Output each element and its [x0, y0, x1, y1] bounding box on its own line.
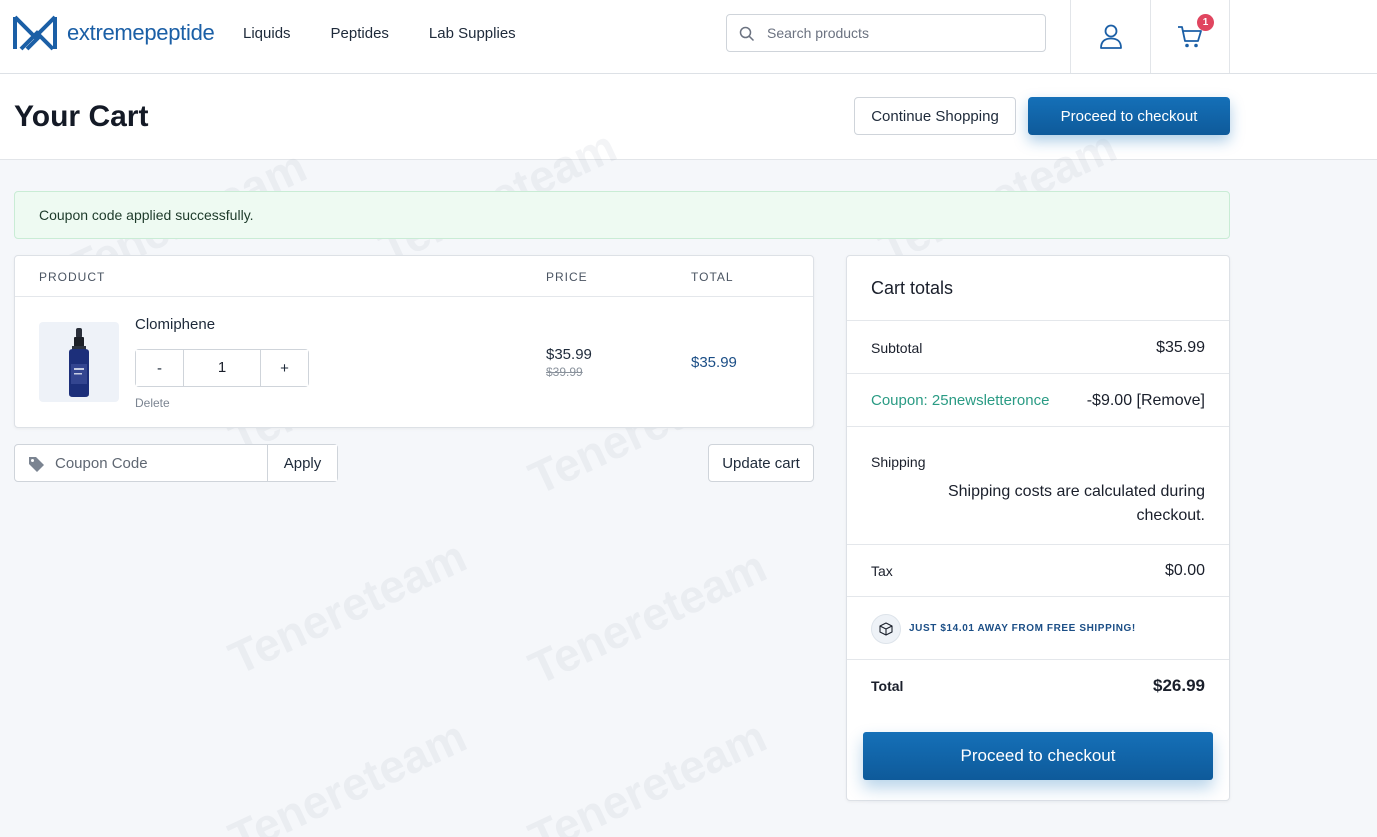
nav-lab-supplies[interactable]: Lab Supplies [429, 25, 516, 42]
search-icon [739, 26, 755, 42]
cart-count-badge: 1 [1197, 14, 1214, 31]
subtotal-label: Subtotal [871, 340, 923, 356]
item-original-price: $39.99 [546, 365, 583, 379]
logo-icon [13, 15, 57, 51]
tax-value: $0.00 [1164, 562, 1205, 579]
tag-icon [29, 457, 44, 472]
header-divider [15, 296, 813, 297]
cart-table: PRODUCT PRICE TOTAL Clomiphene - 1 + Del… [14, 255, 814, 428]
product-name[interactable]: Clomiphene [135, 316, 215, 333]
column-header-total: TOTAL [691, 270, 734, 284]
brand-name: extremepeptide [67, 20, 215, 45]
cart-button[interactable]: 1 [1150, 0, 1230, 73]
site-header: extremepeptide Liquids Peptides Lab Supp… [0, 0, 1377, 74]
dropper-bottle-icon [69, 328, 89, 397]
alert-message: Coupon code applied successfully. [39, 207, 254, 223]
proceed-to-checkout-button[interactable]: Proceed to checkout [863, 732, 1213, 780]
subtotal-value: $35.99 [1156, 339, 1205, 356]
quantity-input[interactable]: 1 [183, 350, 261, 386]
cart-totals-title: Cart totals [871, 278, 954, 298]
nav-peptides[interactable]: Peptides [331, 25, 389, 42]
quantity-increase-button[interactable]: + [261, 350, 308, 386]
search-box [726, 14, 1046, 52]
nav-liquids[interactable]: Liquids [243, 25, 291, 42]
account-button[interactable] [1070, 0, 1150, 73]
divider [847, 544, 1229, 545]
quantity-decrease-button[interactable]: - [136, 350, 183, 386]
item-price: $35.99 [546, 346, 592, 363]
main-nav: Liquids Peptides Lab Supplies [243, 25, 556, 42]
watermark: Tenereteam [520, 539, 774, 695]
coupon-code-input[interactable] [55, 445, 265, 481]
free-shipping-message: JUST $14.01 AWAY FROM FREE SHIPPING! [909, 623, 1136, 634]
coupon-success-alert: Coupon code applied successfully. [14, 191, 1230, 239]
divider [847, 659, 1229, 660]
product-thumbnail[interactable] [39, 322, 119, 402]
cart-title-bar: Your Cart Continue Shopping Proceed to c… [0, 74, 1377, 160]
tax-label: Tax [871, 563, 893, 579]
continue-shopping-button[interactable]: Continue Shopping [854, 97, 1016, 135]
quantity-stepper: - 1 + [135, 349, 309, 387]
apply-coupon-button[interactable]: Apply [267, 445, 337, 481]
divider [847, 320, 1229, 321]
page-title: Your Cart [14, 100, 149, 133]
column-header-price: PRICE [546, 270, 588, 284]
total-label: Total [871, 678, 904, 694]
coupon-form: Apply [14, 444, 338, 482]
user-icon [1099, 24, 1122, 49]
applied-coupon-label: Coupon: 25newsletteronce [871, 392, 1050, 409]
proceed-to-checkout-button-top[interactable]: Proceed to checkout [1028, 97, 1230, 135]
shipping-note: Shipping costs are calculated during che… [947, 483, 1205, 524]
divider [847, 373, 1229, 374]
coupon-discount-remove[interactable]: -$9.00 [Remove] [1087, 392, 1205, 410]
divider [847, 426, 1229, 427]
box-icon [871, 614, 901, 644]
update-cart-button[interactable]: Update cart [708, 444, 814, 482]
watermark: Tenereteam [520, 709, 774, 837]
delete-item-link[interactable]: Delete [135, 396, 170, 410]
watermark: Tenereteam [220, 709, 474, 837]
column-header-product: PRODUCT [39, 270, 106, 284]
cart-totals-panel: Cart totals Subtotal $35.99 Coupon: 25ne… [846, 255, 1230, 801]
search-input[interactable] [767, 15, 1037, 51]
divider [847, 596, 1229, 597]
total-value: $26.99 [1153, 676, 1205, 695]
watermark: Tenereteam [220, 529, 474, 685]
brand-logo[interactable]: extremepeptide [13, 13, 215, 53]
shipping-label: Shipping [871, 454, 926, 470]
item-total: $35.99 [691, 354, 737, 371]
